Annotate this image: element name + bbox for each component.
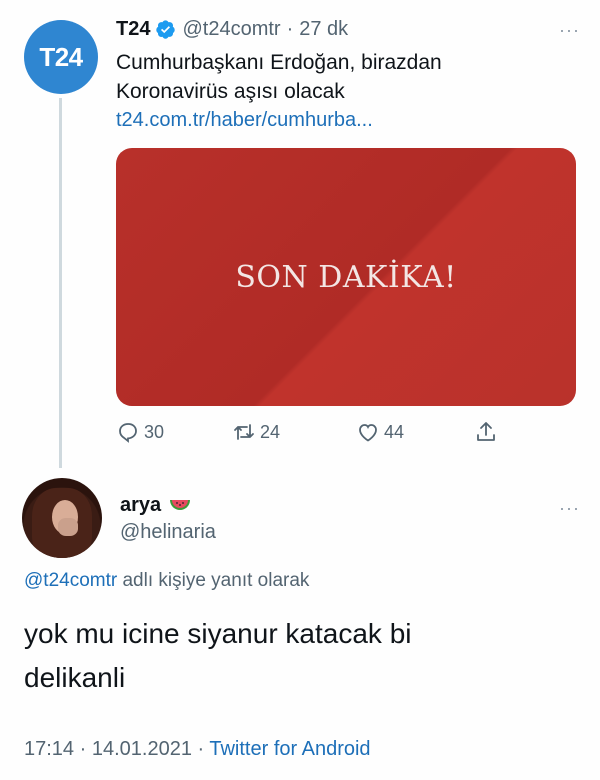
tweet-date[interactable]: 14.01.2021 bbox=[92, 738, 192, 760]
reply-author-handle[interactable]: @helinaria bbox=[120, 521, 216, 544]
reply-tweet-line2: delikanli bbox=[24, 662, 126, 693]
reply-button[interactable]: 30 bbox=[116, 420, 164, 444]
parent-tweet-time[interactable]: 27 dk bbox=[299, 18, 348, 41]
more-options-icon[interactable]: ··· bbox=[559, 20, 580, 41]
tweet-meta: 17:14 · 14.01.2021 · Twitter for Android bbox=[24, 738, 371, 761]
verified-badge-icon bbox=[156, 20, 176, 39]
avatar-hand-shape bbox=[58, 518, 78, 536]
retweet-count: 24 bbox=[260, 421, 281, 442]
reply-count: 30 bbox=[144, 421, 165, 442]
replying-to-suffix: adlı kişiye yanıt olarak bbox=[117, 570, 310, 591]
parent-tweet-header: T24 @t24comtr · 27 dk bbox=[116, 18, 348, 41]
meta-separator: · bbox=[74, 738, 92, 760]
tweet-time[interactable]: 17:14 bbox=[24, 738, 74, 760]
reply-tweet-text: yok mu icine siyanur katacak bi delikanl… bbox=[24, 612, 564, 700]
parent-tweet-line1: Cumhurbaşkanı Erdoğan, birazdan bbox=[116, 51, 442, 74]
more-options-icon[interactable]: ··· bbox=[559, 498, 580, 519]
like-count: 44 bbox=[384, 421, 405, 442]
share-icon bbox=[477, 422, 495, 441]
reply-icon bbox=[119, 423, 137, 443]
reply-author-name-row: arya bbox=[120, 494, 191, 517]
parent-author-name[interactable]: T24 bbox=[116, 18, 150, 41]
time-separator: · bbox=[286, 18, 294, 40]
thread-line bbox=[59, 98, 62, 468]
like-button[interactable]: 44 bbox=[356, 420, 404, 444]
parent-tweet-text: Cumhurbaşkanı Erdoğan, birazdan Koronavi… bbox=[116, 48, 556, 106]
tweet-actions: 30 24 44 bbox=[116, 420, 516, 448]
reply-author-name[interactable]: arya bbox=[120, 494, 161, 517]
parent-tweet-line2: Koronavirüs aşısı olacak bbox=[116, 80, 345, 103]
parent-author-handle[interactable]: @t24comtr bbox=[182, 18, 280, 41]
heart-icon bbox=[359, 424, 377, 442]
tweet-client[interactable]: Twitter for Android bbox=[209, 738, 370, 760]
reply-author-avatar[interactable] bbox=[22, 478, 102, 558]
reply-tweet-line1: yok mu icine siyanur katacak bi bbox=[24, 618, 412, 649]
retweet-button[interactable]: 24 bbox=[232, 420, 280, 444]
card-headline: SON DAKİKA! bbox=[235, 259, 457, 295]
share-button[interactable] bbox=[474, 420, 502, 444]
meta-separator: · bbox=[191, 738, 210, 760]
replying-to: @t24comtr adlı kişiye yanıt olarak bbox=[24, 570, 309, 592]
article-link[interactable]: t24.com.tr/haber/cumhurba... bbox=[116, 109, 373, 132]
tweet-thread: T24 T24 @t24comtr · 27 dk ··· Cumhurbaşk… bbox=[0, 0, 600, 780]
t24-avatar[interactable]: T24 bbox=[24, 20, 98, 94]
link-card-image[interactable]: SON DAKİKA! bbox=[116, 148, 576, 406]
watermelon-icon bbox=[170, 499, 191, 510]
replying-to-mention[interactable]: @t24comtr bbox=[24, 570, 117, 591]
retweet-icon bbox=[234, 424, 254, 440]
avatar-logo-text: T24 bbox=[39, 41, 83, 72]
